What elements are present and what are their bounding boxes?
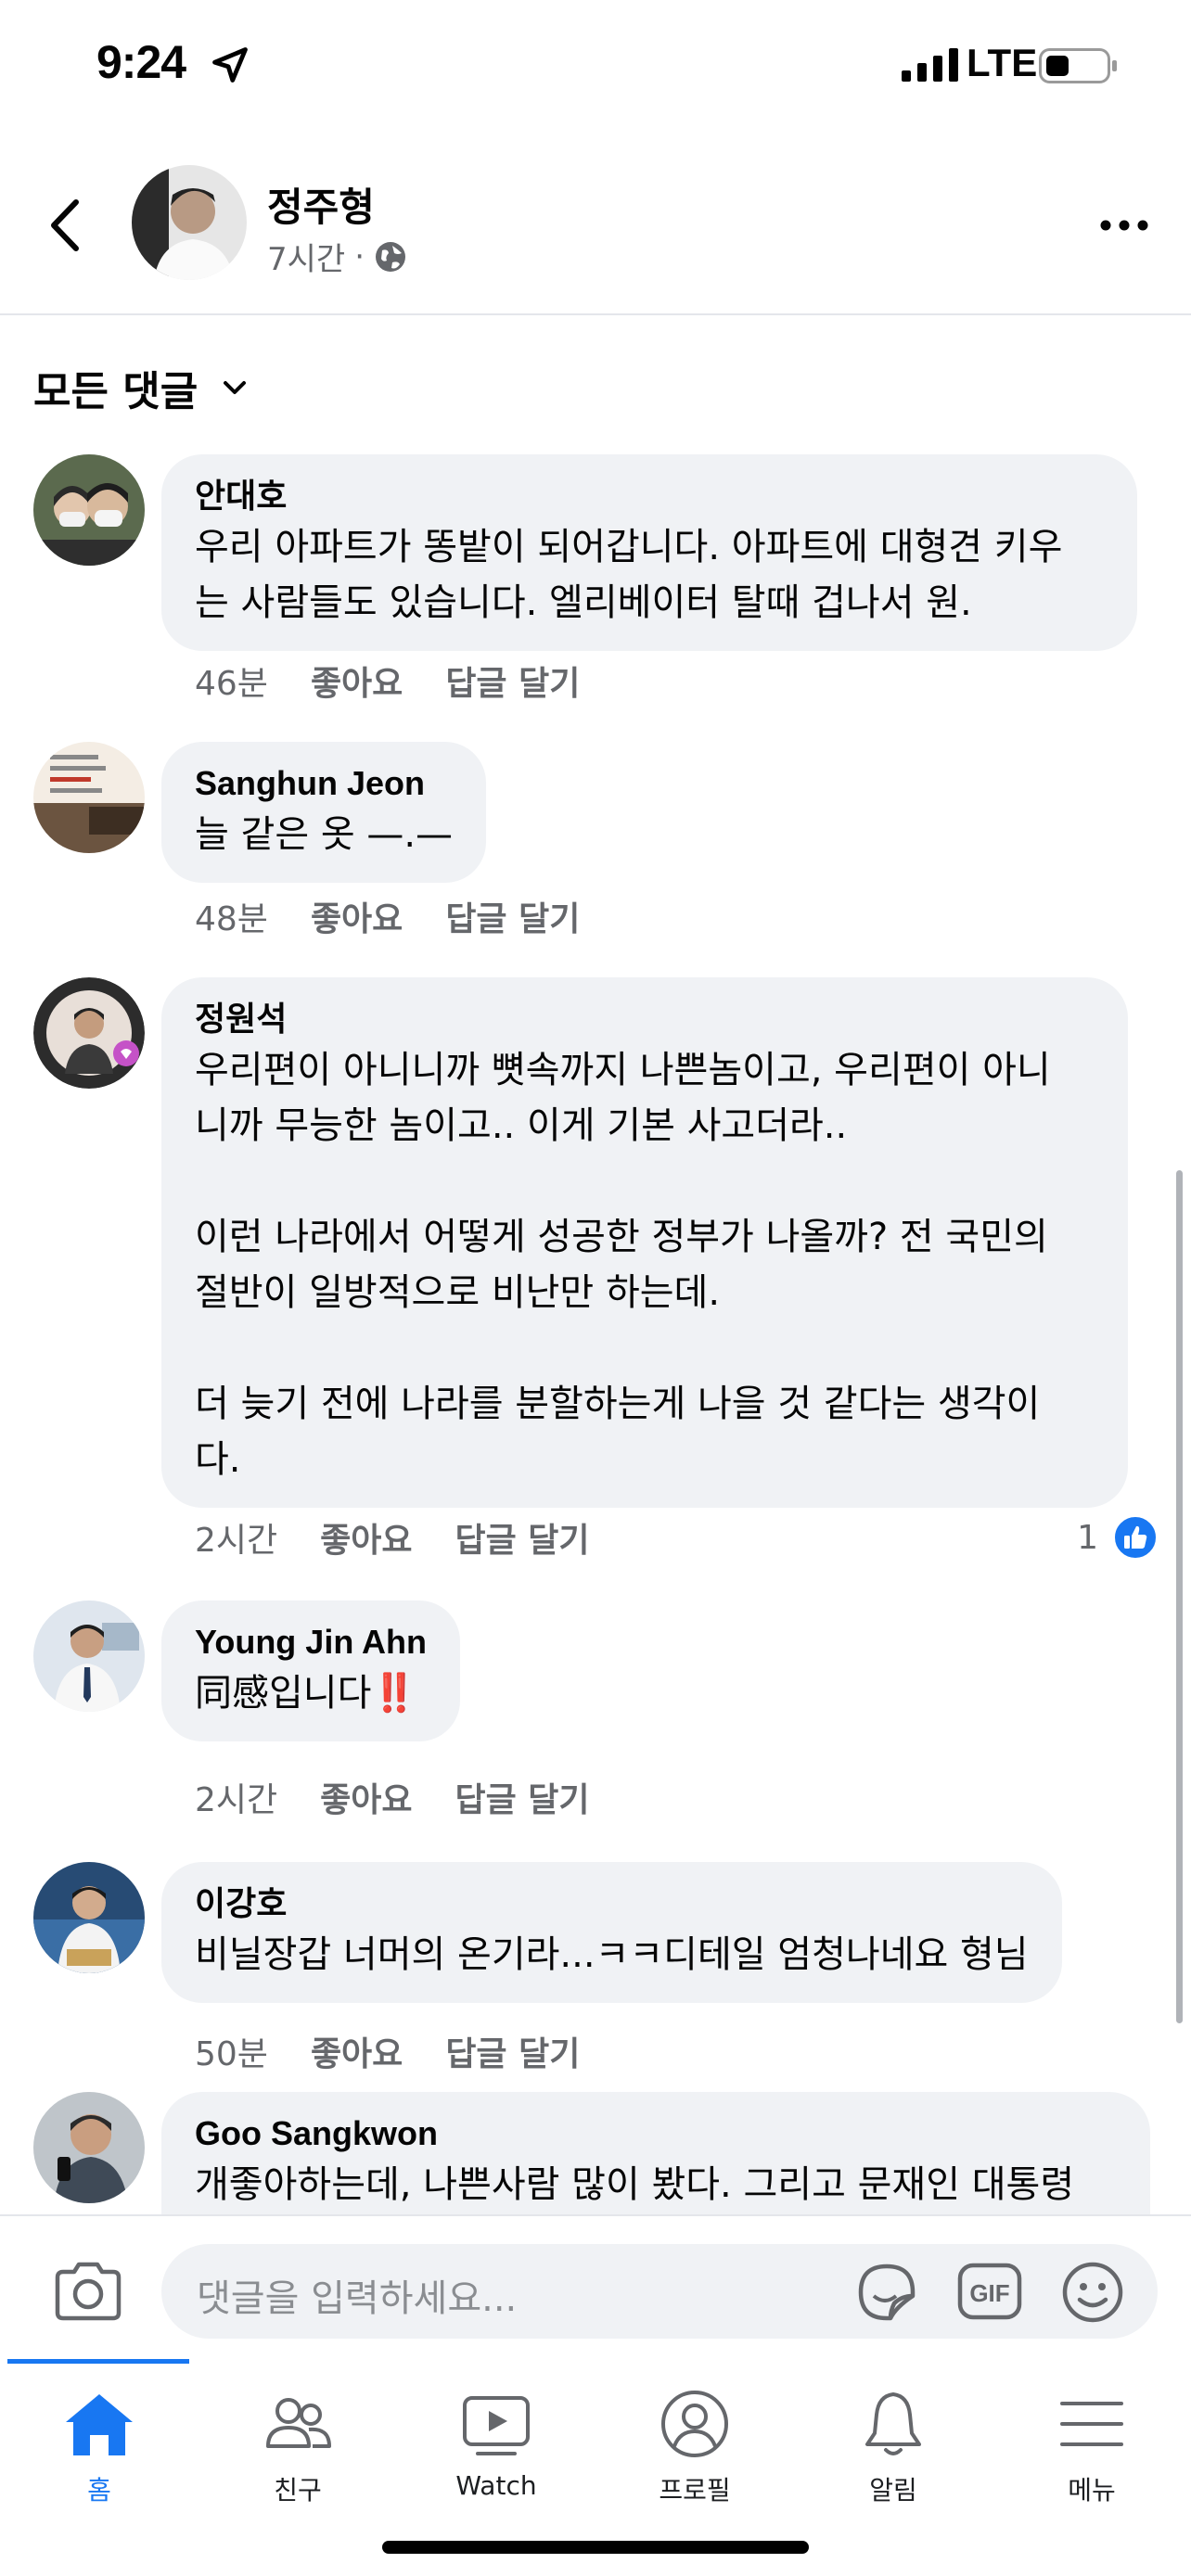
reply-button[interactable]: 답글 달기 [445, 892, 580, 940]
reaction-count[interactable]: 1 [1077, 1515, 1158, 1560]
status-time: 9:24 [96, 36, 186, 88]
comment-bubble[interactable]: 정원석 우리편이 아니니까 뼛속까지 나쁜놈이고, 우리편이 아니 니까 무능한… [161, 977, 1128, 1508]
double-exclamation-emoji: ‼️ [371, 1672, 418, 1715]
comment-time: 46분 [195, 665, 268, 703]
home-indicator[interactable] [382, 2541, 809, 2554]
back-arrow-icon[interactable] [43, 193, 89, 258]
nav-menu[interactable]: 메뉴 [992, 2387, 1191, 2517]
more-options-icon[interactable] [1096, 211, 1152, 239]
watch-icon [463, 2396, 530, 2455]
commenter-avatar[interactable] [33, 742, 145, 853]
comment-time: 50분 [195, 2035, 268, 2073]
nav-watch[interactable]: Watch [397, 2387, 596, 2517]
author-avatar[interactable] [132, 165, 247, 280]
network-type: LTE [967, 41, 1038, 84]
like-button[interactable]: 좋아요 [311, 657, 403, 705]
like-button[interactable]: 좋아요 [320, 1513, 412, 1562]
nav-home[interactable]: 홈 [0, 2387, 198, 2517]
comment-actions: 2시간 좋아요 답글 달기 [195, 1773, 590, 1821]
location-arrow-icon [212, 47, 248, 83]
reaction-count-number: 1 [1077, 1518, 1098, 1557]
reply-button[interactable]: 답글 달기 [445, 2027, 580, 2075]
bell-icon [865, 2392, 921, 2455]
gif-icon[interactable]: GIF [957, 2263, 1022, 2320]
post-time: 7시간 [267, 241, 346, 278]
chevron-down-icon [224, 381, 247, 394]
sticker-icon[interactable] [853, 2259, 920, 2326]
battery-icon [1039, 48, 1117, 83]
profile-icon [661, 2391, 728, 2457]
comment-text: 우리편이 아니니까 뼛속까지 나쁜놈이고, 우리편이 아니 니까 무능한 놈이고… [195, 1049, 1051, 1481]
commenter-avatar[interactable] [33, 2092, 145, 2203]
comment-actions: 2시간 좋아요 답글 달기 [195, 1513, 590, 1562]
friends-icon [266, 2398, 331, 2448]
signal-icon [902, 48, 958, 82]
comment-actions: 46분 좋아요 답글 달기 [195, 657, 580, 705]
commenter-name[interactable]: Sanghun Jeon [195, 760, 453, 807]
camera-icon[interactable] [52, 2261, 124, 2322]
comment-filter-dropdown[interactable]: 모든 댓글 [33, 358, 253, 417]
scrollbar[interactable] [1176, 1170, 1183, 2023]
comment-text: 개좋아하는데, 나쁜사람 많이 봤다. 그리고 문재인 대통령 [195, 2163, 1075, 2206]
nav-label: 알림 [869, 2475, 917, 2506]
nav-label: 프로필 [659, 2475, 731, 2506]
globe-icon [376, 241, 406, 272]
svg-text:GIF: GIF [969, 2279, 1009, 2307]
commenter-avatar[interactable] [33, 1862, 145, 1973]
menu-icon [1060, 2402, 1123, 2446]
comment-text: 비닐장갑 너머의 온기라...ㅋㅋ디테일 엄청나네요 형님 [195, 1933, 1029, 1976]
comment-text: 同感입니다 [195, 1672, 372, 1715]
comment-bubble[interactable]: 이강호 비닐장갑 너머의 온기라...ㅋㅋ디테일 엄청나네요 형님 [161, 1862, 1062, 2003]
comment-time: 2시간 [195, 1522, 278, 1560]
commenter-name[interactable]: 정원석 [195, 996, 1095, 1042]
like-button[interactable]: 좋아요 [311, 892, 403, 940]
nav-notifications[interactable]: 알림 [794, 2387, 992, 2517]
commenter-avatar[interactable] [33, 454, 145, 566]
comment-text-row: 同感입니다‼️ [195, 1665, 427, 1721]
comment-input[interactable]: 댓글을 입력하세요... GIF [161, 2244, 1158, 2339]
comment-time: 2시간 [195, 1781, 278, 1819]
comment-time: 48분 [195, 900, 268, 938]
home-icon [66, 2394, 133, 2455]
nav-label: 메뉴 [1068, 2475, 1116, 2506]
comment-text: 우리 아파트가 똥밭이 되어갑니다. 아파트에 대형견 키우 는 사람들도 있습… [195, 526, 1063, 624]
comment-input-placeholder: 댓글을 입력하세요... [197, 2277, 518, 2320]
commenter-name[interactable]: Young Jin Ahn [195, 1619, 427, 1665]
commenter-avatar[interactable] [33, 977, 145, 1089]
comment-composer: 댓글을 입력하세요... GIF [0, 2214, 1191, 2359]
reply-button[interactable]: 답글 달기 [455, 1773, 590, 1821]
post-meta: 7시간 · [267, 234, 407, 279]
meta-separator: · [354, 237, 365, 275]
post-header: 정주형 7시간 · [0, 139, 1191, 315]
comment-bubble[interactable]: Young Jin Ahn 同感입니다‼️ [161, 1600, 460, 1741]
filter-label: 모든 댓글 [33, 368, 198, 415]
comment-actions: 50분 좋아요 답글 달기 [195, 2027, 580, 2075]
nav-label: Watch [455, 2470, 537, 2501]
nav-friends[interactable]: 친구 [198, 2387, 397, 2517]
commenter-name[interactable]: 안대호 [195, 473, 1104, 519]
reply-button[interactable]: 답글 달기 [455, 1513, 590, 1562]
emoji-icon[interactable] [1059, 2259, 1126, 2326]
like-button[interactable]: 좋아요 [320, 1773, 412, 1821]
comment-bubble[interactable]: 안대호 우리 아파트가 똥밭이 되어갑니다. 아파트에 대형견 키우 는 사람들… [161, 454, 1137, 651]
comment-bubble[interactable]: Sanghun Jeon 늘 같은 옷 —.— [161, 742, 487, 883]
nav-profile[interactable]: 프로필 [596, 2387, 794, 2517]
active-tab-indicator [7, 2359, 189, 2364]
nav-label: 홈 [87, 2475, 111, 2506]
commenter-avatar[interactable] [33, 1600, 145, 1712]
comment-actions: 48분 좋아요 답글 달기 [195, 892, 580, 940]
status-bar: 9:24 LTE [0, 0, 1191, 139]
comment-bubble[interactable]: Goo Sangkwon 개좋아하는데, 나쁜사람 많이 봤다. 그리고 문재인… [161, 2092, 1150, 2222]
commenter-name[interactable]: 이강호 [195, 1881, 1029, 1927]
thumbs-up-icon [1113, 1515, 1158, 1560]
author-name[interactable]: 정주형 [267, 176, 375, 233]
commenter-name[interactable]: Goo Sangkwon [195, 2111, 1117, 2157]
reply-button[interactable]: 답글 달기 [445, 657, 580, 705]
comment-text: 늘 같은 옷 —.— [195, 813, 454, 856]
like-button[interactable]: 좋아요 [311, 2027, 403, 2075]
nav-label: 친구 [274, 2475, 322, 2506]
